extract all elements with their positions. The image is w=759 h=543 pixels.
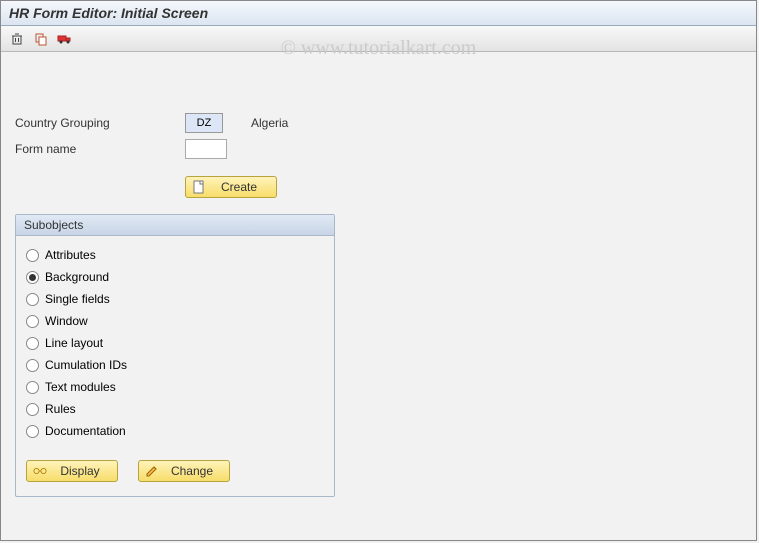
page-title: HR Form Editor: Initial Screen (1, 1, 756, 26)
radio-item[interactable]: Window (26, 310, 324, 332)
radio-label: Single fields (45, 292, 110, 306)
radio-button-icon (26, 249, 39, 262)
subobjects-group-title: Subobjects (16, 215, 334, 236)
radio-button-icon (26, 403, 39, 416)
radio-item[interactable]: Rules (26, 398, 324, 420)
trash-icon[interactable] (9, 31, 25, 47)
subobjects-group: Subobjects Attributes Background Single fi… (15, 214, 335, 497)
transport-icon[interactable] (57, 31, 73, 47)
radio-label: Text modules (45, 380, 116, 394)
radio-item[interactable]: Cumulation IDs (26, 354, 324, 376)
radio-button-icon (26, 359, 39, 372)
radio-label: Documentation (45, 424, 126, 438)
radio-item[interactable]: Line layout (26, 332, 324, 354)
radio-button-icon (26, 293, 39, 306)
subobjects-radio-list: Attributes Background Single fields Window L… (16, 236, 334, 446)
radio-label: Rules (45, 402, 76, 416)
display-button[interactable]: Display (26, 460, 118, 482)
change-button-label: Change (167, 464, 217, 478)
app-window: HR Form Editor: Initial Screen © www.tut… (0, 0, 757, 541)
radio-label: Cumulation IDs (45, 358, 127, 372)
create-button-label: Create (214, 180, 264, 194)
create-button[interactable]: Create (185, 176, 277, 198)
radio-item[interactable]: Text modules (26, 376, 324, 398)
radio-item[interactable]: Single fields (26, 288, 324, 310)
radio-item[interactable]: Background (26, 266, 324, 288)
form-name-label: Form name (15, 142, 185, 156)
form-name-row: Form name (15, 138, 742, 160)
radio-label: Background (45, 270, 109, 284)
country-grouping-input[interactable] (185, 113, 223, 133)
radio-label: Window (45, 314, 88, 328)
pencil-icon (145, 464, 159, 478)
radio-button-icon (26, 315, 39, 328)
radio-button-icon (26, 381, 39, 394)
toolbar (1, 26, 756, 52)
radio-item[interactable]: Documentation (26, 420, 324, 442)
country-grouping-row: Country Grouping Algeria (15, 112, 742, 134)
glasses-icon (33, 464, 47, 478)
radio-button-icon (26, 271, 39, 284)
radio-label: Attributes (45, 248, 96, 262)
document-new-icon (192, 180, 206, 194)
change-button[interactable]: Change (138, 460, 230, 482)
radio-label: Line layout (45, 336, 103, 350)
radio-item[interactable]: Attributes (26, 244, 324, 266)
radio-button-icon (26, 425, 39, 438)
display-button-label: Display (55, 464, 105, 478)
radio-button-icon (26, 337, 39, 350)
copy-icon[interactable] (33, 31, 49, 47)
content-area: Country Grouping Algeria Form name Creat… (1, 52, 756, 507)
country-grouping-text: Algeria (251, 116, 288, 130)
form-name-input[interactable] (185, 139, 227, 159)
country-grouping-label: Country Grouping (15, 116, 185, 130)
